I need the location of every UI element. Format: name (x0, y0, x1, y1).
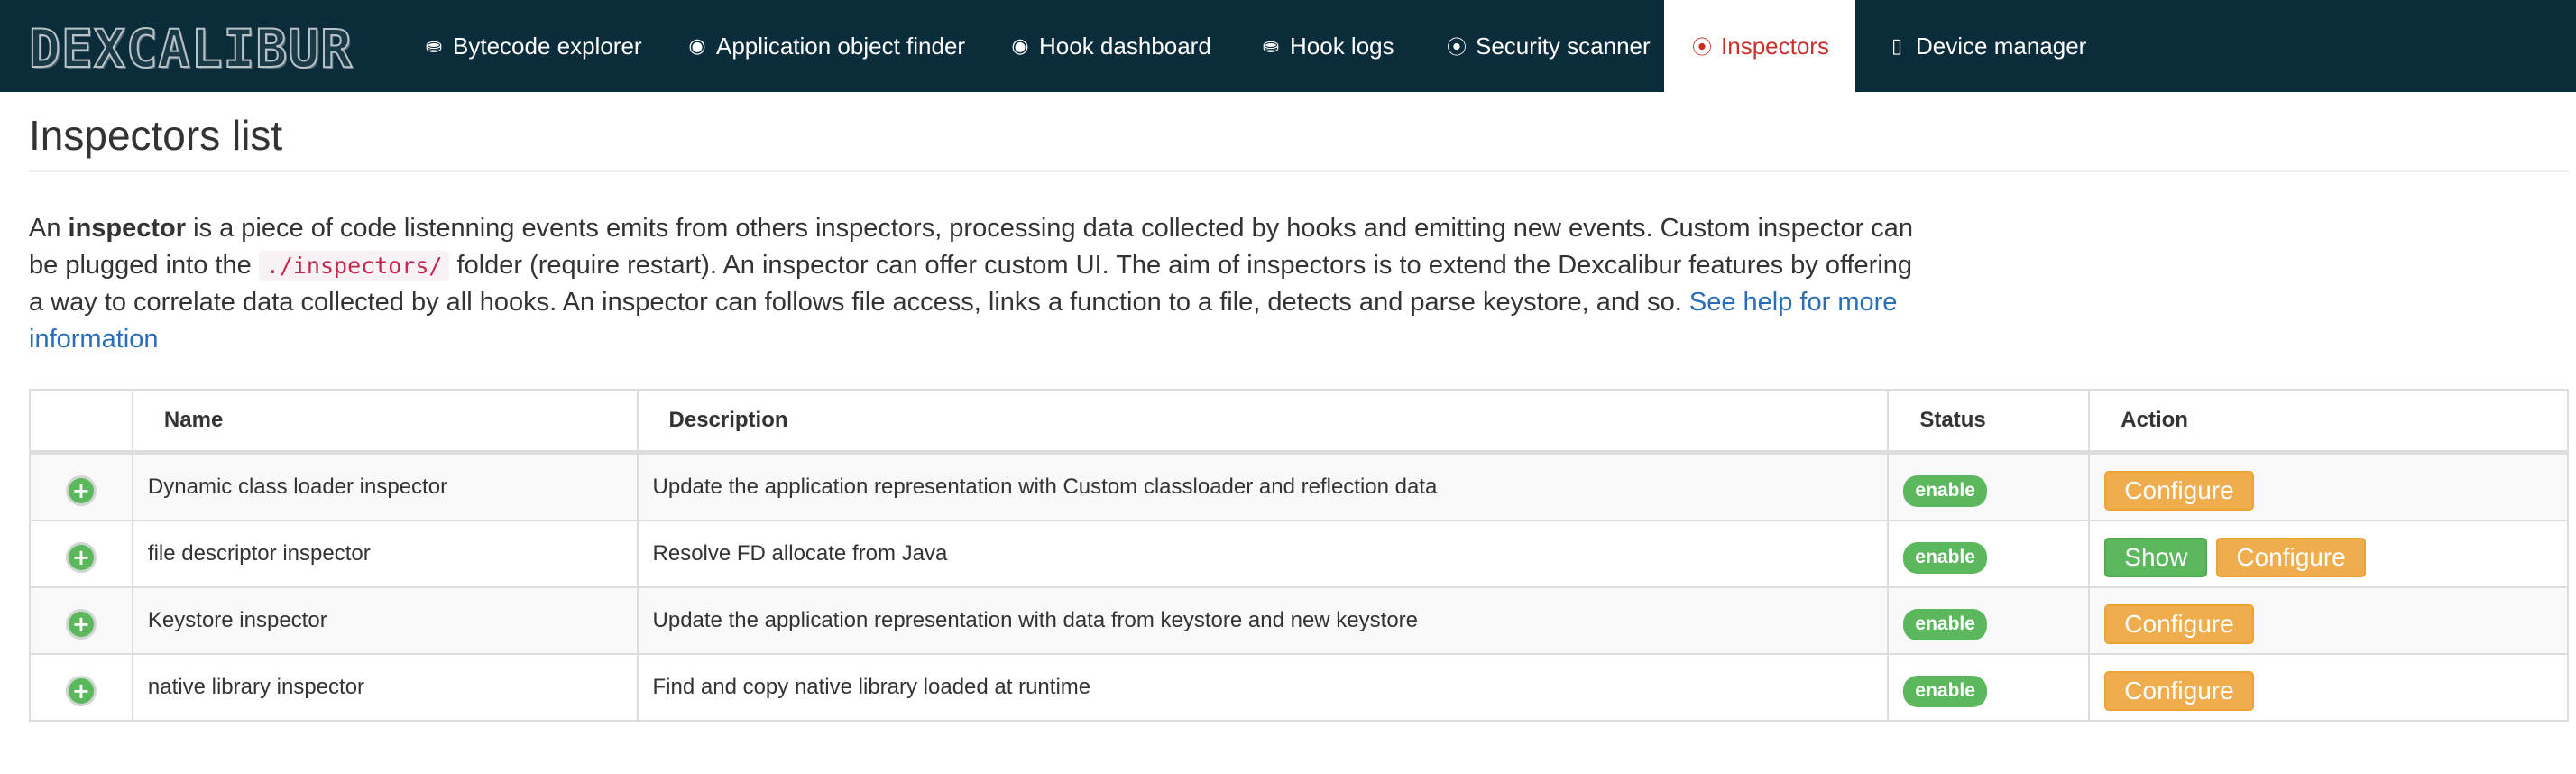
header-expand (29, 389, 133, 454)
database-icon: ⛂ (1262, 34, 1280, 58)
nav-label: Security scanner (1476, 32, 1651, 60)
inspector-description: Update the application representation wi… (636, 451, 1890, 521)
status-badge: enable (1903, 541, 1987, 574)
inspector-name: file descriptor inspector (131, 520, 639, 588)
page-title: Inspectors list (29, 112, 283, 159)
top-navbar: DEXCALIBUR ⛂ Bytecode explorer ◉ Applica… (0, 0, 2576, 92)
configure-button[interactable]: Configure (2104, 604, 2254, 644)
expand-cell: + (29, 520, 133, 588)
table-row: + file descriptor inspector Resolve FD a… (29, 520, 2569, 588)
action-cell: Configure (2088, 586, 2569, 655)
nav-application-object-finder[interactable]: ◉ Application object finder (685, 0, 965, 92)
intro-part: An (29, 214, 69, 243)
eye-icon: ◉ (1011, 34, 1029, 58)
nav-inspectors[interactable]: ⦿ Inspectors (1664, 0, 1855, 92)
expand-cell: + (29, 586, 133, 655)
nav-label: Hook logs (1290, 32, 1394, 60)
status-cell: enable (1887, 653, 2091, 722)
nav-label: Device manager (1916, 32, 2087, 60)
configure-button[interactable]: Configure (2104, 671, 2254, 711)
expand-cell: + (29, 653, 133, 722)
nav-label: Inspectors (1721, 32, 1829, 60)
show-button[interactable]: Show (2104, 538, 2208, 577)
status-badge: enable (1903, 608, 1987, 640)
inspectors-folder-code: ./inspectors/ (258, 251, 450, 281)
nav-label: Hook dashboard (1039, 32, 1211, 60)
eye-icon: ◉ (688, 34, 706, 58)
table-row: + native library inspector Find and copy… (29, 653, 2569, 722)
configure-button[interactable]: Configure (2216, 538, 2366, 577)
nav-label: Application object finder (716, 32, 966, 60)
compass-icon: ⦿ (1692, 37, 1713, 60)
intro-text: An inspector is a piece of code listenni… (29, 210, 1914, 358)
inspector-description: Update the application representation wi… (636, 586, 1890, 655)
nav-security-scanner[interactable]: ⦿ Security scanner (1445, 0, 1651, 92)
expand-cell: + (29, 451, 133, 521)
nav-device-manager[interactable]: ▯ Device manager (1885, 0, 2086, 92)
header-status[interactable]: Status (1887, 389, 2091, 454)
header-name[interactable]: Name (131, 389, 639, 454)
expand-plus-icon[interactable]: + (68, 544, 94, 570)
title-divider (29, 170, 2569, 172)
action-cell: Configure (2088, 653, 2569, 722)
status-badge: enable (1903, 475, 1987, 507)
table-row: + Dynamic class loader inspector Update … (29, 451, 2569, 521)
configure-button[interactable]: Configure (2104, 471, 2254, 511)
status-cell: enable (1887, 586, 2091, 655)
status-badge: enable (1903, 675, 1987, 707)
inspector-name: Dynamic class loader inspector (131, 451, 639, 521)
nav-hook-dashboard[interactable]: ◉ Hook dashboard (1008, 0, 1211, 92)
table-header-row: Name Description Status Action (29, 389, 2569, 454)
nav-hook-logs[interactable]: ⛂ Hook logs (1259, 0, 1394, 92)
nav-bytecode-explorer[interactable]: ⛂ Bytecode explorer (422, 0, 642, 92)
inspector-name: native library inspector (131, 653, 639, 722)
inspector-name: Keystore inspector (131, 586, 639, 655)
mobile-icon: ▯ (1891, 34, 1903, 58)
action-cell: Configure (2088, 451, 2569, 521)
expand-plus-icon[interactable]: + (68, 677, 94, 704)
expand-plus-icon[interactable]: + (68, 477, 94, 503)
database-icon: ⛂ (425, 34, 443, 58)
header-description[interactable]: Description (636, 389, 1890, 454)
table-row: + Keystore inspector Update the applicat… (29, 586, 2569, 655)
inspector-description: Resolve FD allocate from Java (636, 520, 1890, 588)
compass-icon: ⦿ (1446, 37, 1467, 60)
inspectors-table: Name Description Status Action + Dynamic… (29, 389, 2569, 722)
expand-plus-icon[interactable]: + (68, 611, 94, 637)
dexcalibur-logo[interactable]: DEXCALIBUR (28, 21, 353, 77)
status-cell: enable (1887, 451, 2091, 521)
nav-label: Bytecode explorer (453, 32, 642, 60)
intro-bold: inspector (68, 214, 187, 243)
inspector-description: Find and copy native library loaded at r… (636, 653, 1890, 722)
status-cell: enable (1887, 520, 2091, 588)
header-action: Action (2088, 389, 2569, 454)
action-cell: Show Configure (2088, 520, 2569, 588)
